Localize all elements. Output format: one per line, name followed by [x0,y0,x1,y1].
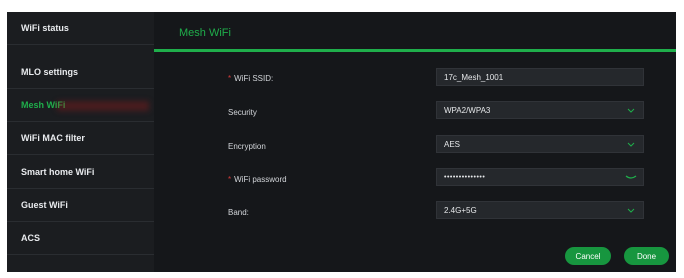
encryption-value: AES [444,139,461,149]
done-button[interactable]: Done [624,247,669,265]
sidebar-item-wifi-mac-filter[interactable]: WiFi MAC filter [7,122,154,155]
sidebar-item-label: WiFi MAC filter [21,133,85,143]
band-label: Band: [228,208,249,217]
sidebar: WiFi status MLO settings Mesh WiFi WiFi … [7,12,154,272]
security-label: Security [228,108,257,117]
sidebar-item-mesh-wifi[interactable]: Mesh WiFi [7,89,154,122]
page-title: Mesh WiFi [179,27,231,39]
sidebar-item-label: Guest WiFi [21,200,68,210]
encryption-label: Encryption [228,142,266,151]
sidebar-item-guest-wifi[interactable]: Guest WiFi [7,189,154,222]
sidebar-item-acs[interactable]: ACS [7,222,154,255]
required-mark: * [228,74,232,83]
sidebar-item-label: WiFi status [21,23,69,33]
band-select[interactable]: 2.4G+5G [436,201,644,219]
sidebar-item-label: MLO settings [21,67,79,77]
main-panel: Mesh WiFi * WiFi SSID: 17c_Mesh_1001 Secu… [154,12,676,272]
sidebar-item-smart-home-wifi[interactable]: Smart home WiFi [7,156,154,189]
title-divider [154,49,676,52]
password-value: •••••••••••••• [444,173,486,181]
ssid-input[interactable]: 17c_Mesh_1001 [436,68,644,86]
sidebar-item-label: ACS [21,233,41,243]
required-mark: * [228,175,232,184]
password-input[interactable]: •••••••••••••• [436,168,644,186]
eye-toggle-icon[interactable] [625,173,637,181]
band-value: 2.4G+5G [444,205,477,215]
ssid-value: 17c_Mesh_1001 [444,72,504,82]
sidebar-item-label: Smart home WiFi [21,167,95,177]
password-label-text: WiFi password [234,175,287,184]
ssid-label: * WiFi SSID: [228,74,273,83]
app-frame: WiFi status MLO settings Mesh WiFi WiFi … [7,12,676,272]
sidebar-item-mlo-settings[interactable]: MLO settings [7,56,154,89]
security-value: WPA2/WPA3 [444,105,491,115]
sidebar-item-label: Mesh WiFi [21,100,66,110]
cancel-button[interactable]: Cancel [565,247,611,265]
password-label: * WiFi password [228,175,287,184]
chevron-down-icon [627,206,635,214]
ssid-label-text: WiFi SSID: [234,74,274,83]
sidebar-item-wifi-status[interactable]: WiFi status [7,12,154,45]
security-select[interactable]: WPA2/WPA3 [436,101,644,119]
chevron-down-icon [627,140,635,148]
chevron-down-icon [627,106,635,114]
encryption-select[interactable]: AES [436,135,644,153]
